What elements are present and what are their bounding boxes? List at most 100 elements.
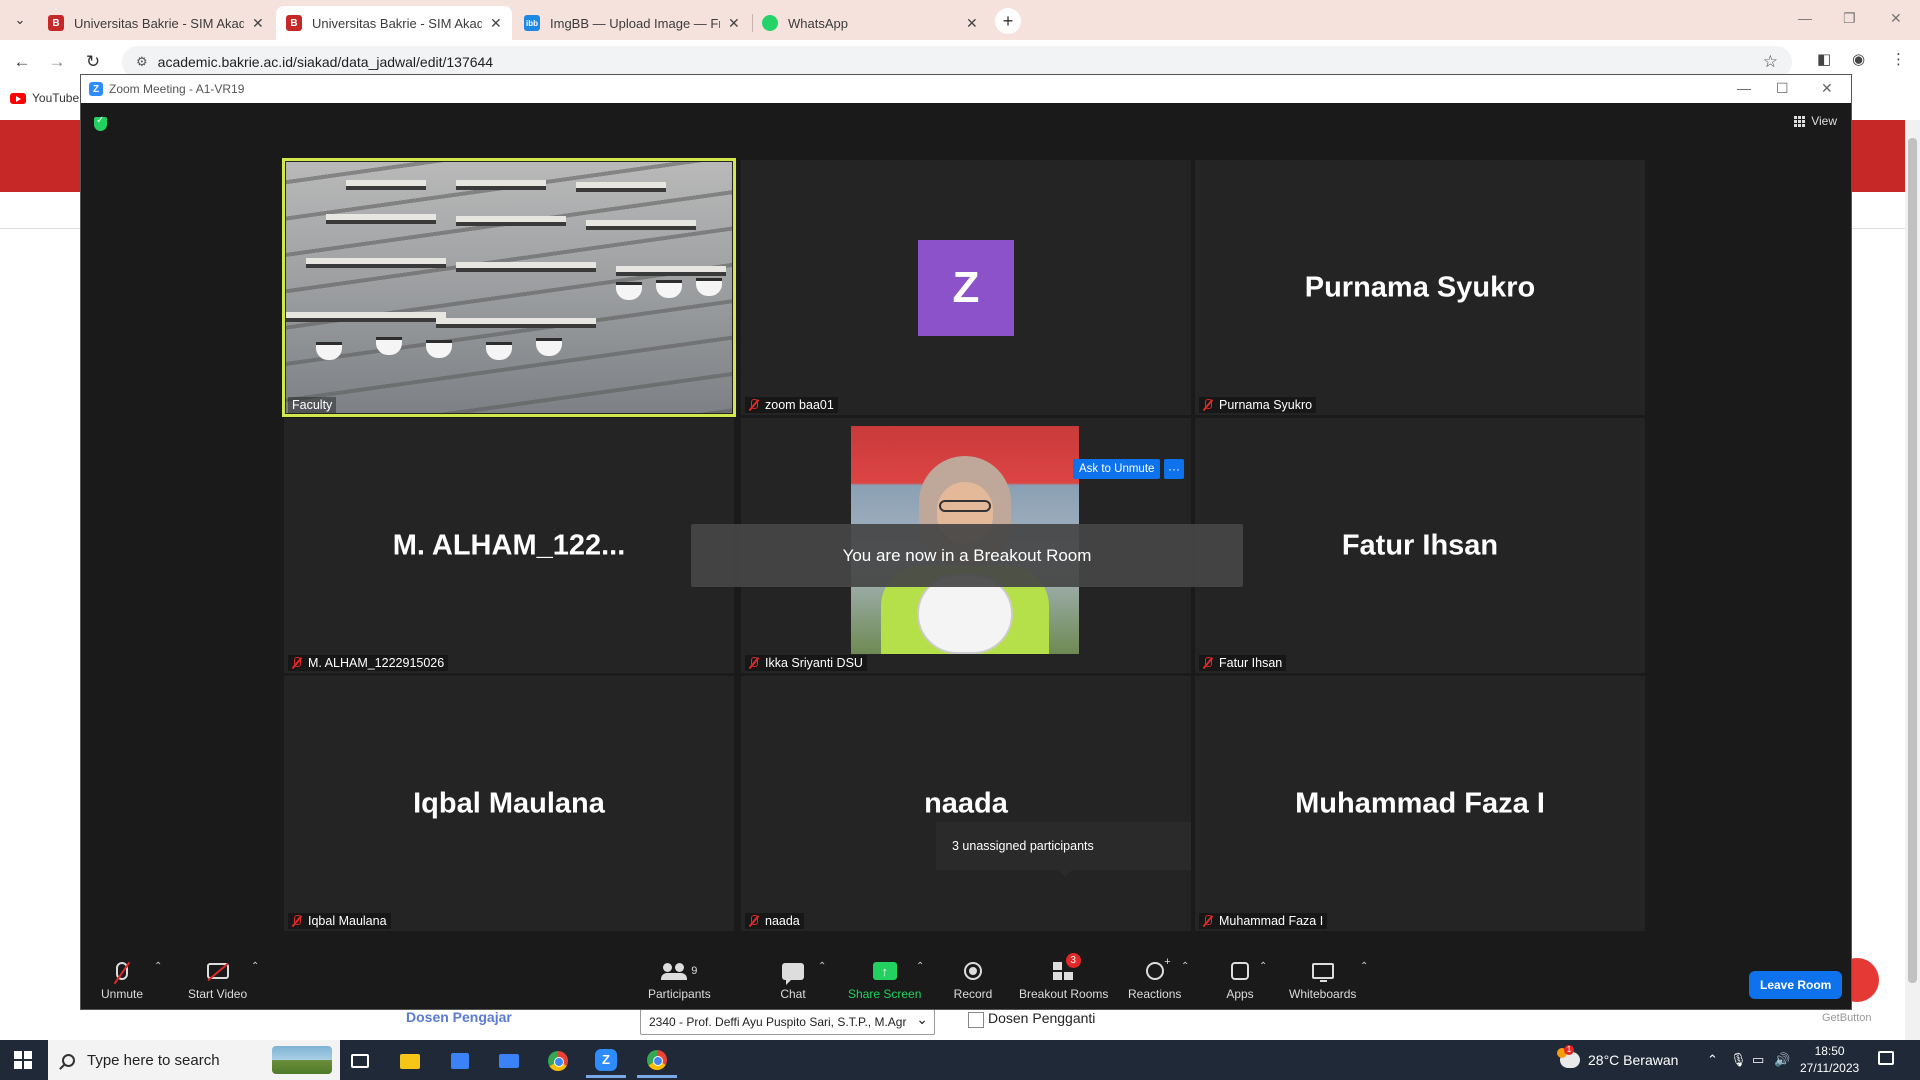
participant-display-name: Purnama Syukro <box>1304 271 1536 303</box>
video-tile-iqbal-maulana[interactable]: Iqbal Maulana Iqbal Maulana <box>284 676 734 931</box>
tab-close-icon[interactable]: ✕ <box>966 15 978 32</box>
bakrie-favicon-icon: B <box>48 15 64 31</box>
scrollbar-thumb[interactable] <box>1908 138 1917 983</box>
video-tile-fatur-ihsan[interactable]: Fatur Ihsan Fatur Ihsan <box>1195 418 1645 673</box>
volume-icon[interactable]: 🔊 <box>1774 1052 1790 1068</box>
record-button[interactable]: Record <box>953 959 993 1001</box>
participant-display-name: Muhammad Faza I <box>1295 787 1545 819</box>
view-button[interactable]: View <box>1794 114 1837 128</box>
whiteboards-caret-icon[interactable]: ⌃ <box>1360 961 1368 972</box>
chrome-button[interactable] <box>538 1044 578 1078</box>
menu-kebab-icon[interactable]: ⋮ <box>1891 50 1906 68</box>
task-view-button[interactable] <box>340 1044 380 1078</box>
file-explorer-button[interactable] <box>390 1044 430 1078</box>
tab-sim-akademik-2[interactable]: B Universitas Bakrie - SIM Akadem ✕ <box>276 6 512 40</box>
participant-name-tag: Ikka Sriyanti DSU <box>745 655 867 671</box>
video-tile-m-alham[interactable]: M. ALHAM_122... M. ALHAM_1222915026 <box>284 418 734 673</box>
zoom-meeting-window: Z Zoom Meeting - A1-VR19 — ☐ ✕ View <box>80 74 1852 1010</box>
forward-icon[interactable]: → <box>45 50 69 74</box>
taskbar-search-box[interactable]: Type here to search <box>48 1040 340 1080</box>
zoom-minimize-icon[interactable]: — <box>1737 80 1751 96</box>
tab-close-icon[interactable]: ✕ <box>490 15 502 32</box>
mail-button[interactable] <box>489 1044 529 1078</box>
muted-mic-icon <box>292 657 302 669</box>
chat-button[interactable]: Chat <box>778 959 808 1001</box>
back-icon[interactable]: ← <box>10 50 34 74</box>
clock[interactable]: 18:50 27/11/2023 <box>1800 1043 1859 1077</box>
imgbb-favicon-icon: ibb <box>524 15 540 31</box>
breakout-rooms-label: Breakout Rooms <box>1019 987 1109 1001</box>
participant-name: naada <box>765 914 800 928</box>
bookmark-youtube[interactable]: YouTube <box>10 91 79 105</box>
tab-title: Universitas Bakrie - SIM Akadem <box>74 15 244 31</box>
chat-options-caret-icon[interactable]: ⌃ <box>818 961 826 972</box>
getbutton-label: GetButton <box>1822 1012 1872 1024</box>
zoom-maximize-icon[interactable]: ☐ <box>1776 80 1789 97</box>
tab-whatsapp[interactable]: WhatsApp ✕ <box>752 6 988 40</box>
network-icon[interactable]: ▭ <box>1752 1052 1764 1068</box>
whiteboards-button[interactable]: Whiteboards <box>1289 959 1356 1001</box>
start-video-button[interactable]: Start Video <box>188 959 247 1001</box>
bookmark-star-icon[interactable]: ☆ <box>1763 52 1778 72</box>
video-tile-zoom-baa01[interactable]: Z zoom baa01 <box>741 160 1191 415</box>
restore-icon[interactable]: ❐ <box>1843 10 1856 27</box>
browser-tab-strip: ⌄ B Universitas Bakrie - SIM Akadem ✕ B … <box>0 0 1920 40</box>
tab-sim-akademik-1[interactable]: B Universitas Bakrie - SIM Akadem ✕ <box>38 6 274 40</box>
tab-close-icon[interactable]: ✕ <box>252 15 264 32</box>
participants-button[interactable]: 9 Participants <box>648 959 711 1001</box>
avatar: Z <box>918 239 1014 336</box>
task-view-icon <box>351 1054 369 1068</box>
share-options-caret-icon[interactable]: ⌃ <box>916 961 924 972</box>
reactions-caret-icon[interactable]: ⌃ <box>1181 961 1189 972</box>
microphone-off-icon <box>116 962 129 980</box>
windows-start-icon[interactable] <box>14 1051 32 1069</box>
new-tab-button[interactable]: + <box>995 8 1021 34</box>
muted-mic-icon <box>749 657 759 669</box>
zoom-taskbar-button[interactable]: Z <box>586 1044 626 1078</box>
tile-more-options-button[interactable]: ··· <box>1164 459 1184 479</box>
breakout-rooms-button[interactable]: 3 Breakout Rooms <box>1019 953 1109 1001</box>
minimize-icon[interactable]: — <box>1798 10 1812 26</box>
microsoft-store-button[interactable] <box>440 1044 480 1078</box>
apps-button[interactable]: Apps <box>1220 959 1260 1001</box>
share-screen-button[interactable]: ↑ Share Screen <box>848 959 921 1001</box>
url-text: academic.bakrie.ac.id/siakad/data_jadwal… <box>157 54 494 70</box>
muted-mic-icon <box>749 915 759 927</box>
unmute-button[interactable]: Unmute <box>101 959 143 1001</box>
store-icon <box>451 1053 469 1069</box>
video-tile-purnama-syukro[interactable]: Purnama Syukro Purnama Syukro <box>1195 160 1645 415</box>
view-label: View <box>1811 114 1837 128</box>
reload-icon[interactable]: ↻ <box>81 50 105 74</box>
video-options-caret-icon[interactable]: ⌃ <box>251 961 259 972</box>
video-tile-faculty[interactable]: Faculty <box>282 158 736 417</box>
reactions-button[interactable]: Reactions <box>1128 956 1181 1001</box>
dosen-pengganti-checkbox[interactable] <box>968 1012 984 1028</box>
chrome-active-button[interactable] <box>637 1044 677 1078</box>
participant-name-tag: Muhammad Faza I <box>1199 913 1328 929</box>
encryption-shield-icon[interactable] <box>94 115 107 131</box>
chat-icon <box>782 962 804 985</box>
whatsapp-favicon-icon <box>762 15 778 31</box>
page-scrollbar[interactable] <box>1905 120 1920 1040</box>
side-panel-icon[interactable]: ◧ <box>1817 50 1831 68</box>
dosen-pengajar-select[interactable]: 2340 - Prof. Deffi Ayu Puspito Sari, S.T… <box>640 1009 935 1035</box>
video-tile-muhammad-faza[interactable]: Muhammad Faza I Muhammad Faza I <box>1195 676 1645 931</box>
microphone-tray-icon[interactable]: 🎙 <box>1730 1052 1747 1068</box>
tab-search-dropdown-icon[interactable]: ⌄ <box>8 9 32 31</box>
leave-room-button[interactable]: Leave Room <box>1749 971 1843 999</box>
muted-mic-icon <box>1203 657 1213 669</box>
ask-to-unmute-button[interactable]: Ask to Unmute <box>1073 459 1161 479</box>
weather-text: 28°C Berawan <box>1588 1052 1679 1068</box>
video-tile-naada[interactable]: naada naada <box>741 676 1191 931</box>
apps-caret-icon[interactable]: ⌃ <box>1259 961 1267 972</box>
tab-imgbb[interactable]: ibb ImgBB — Upload Image — Free ✕ <box>514 6 750 40</box>
site-settings-icon[interactable]: ⚙ <box>136 54 148 70</box>
notifications-icon[interactable] <box>1878 1051 1894 1065</box>
show-hidden-icons-chevron-icon[interactable]: ⌃ <box>1707 1052 1718 1068</box>
zoom-close-icon[interactable]: ✕ <box>1821 80 1833 97</box>
weather-widget[interactable]: 28°C Berawan <box>1557 1040 1679 1080</box>
close-window-icon[interactable]: ✕ <box>1890 10 1902 27</box>
profile-icon[interactable]: ◉ <box>1852 50 1865 68</box>
audio-options-caret-icon[interactable]: ⌃ <box>154 961 162 972</box>
tab-close-icon[interactable]: ✕ <box>728 15 740 32</box>
